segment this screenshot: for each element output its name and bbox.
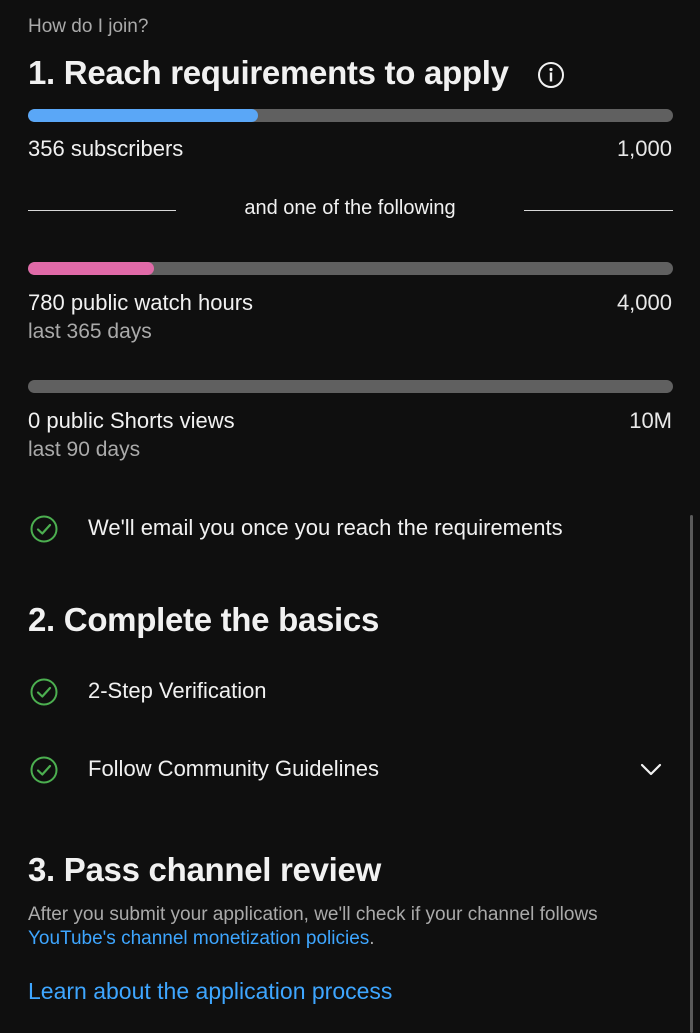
scrollbar[interactable] — [690, 515, 693, 1033]
community-guidelines-item[interactable]: Follow Community Guidelines — [88, 756, 379, 782]
watch-hours-period: last 365 days — [28, 320, 152, 343]
chevron-down-icon[interactable] — [638, 756, 664, 782]
email-note: We'll email you once you reach the requi… — [88, 515, 563, 540]
subscribers-target: 1,000 — [616, 136, 672, 161]
learn-application-process-link[interactable]: Learn about the application process — [28, 978, 392, 1005]
watch-hours-progress-track — [28, 262, 673, 275]
shorts-views-label: 0 public Shorts views — [28, 408, 235, 433]
shorts-views-progress-track — [28, 380, 673, 393]
channel-review-description: After you submit your application, we'll… — [28, 903, 648, 951]
section-2-title: 2. Complete the basics — [28, 601, 380, 638]
check-circle-icon — [30, 515, 58, 543]
description-text: After you submit your application, we'll… — [28, 904, 598, 925]
divider-line-right — [524, 210, 673, 211]
description-suffix: . — [369, 928, 375, 949]
shorts-views-period: last 90 days — [28, 438, 141, 461]
check-circle-icon — [30, 756, 58, 784]
watch-hours-progress-fill — [28, 262, 154, 275]
subscribers-progress-fill — [28, 109, 258, 122]
two-step-verification-item: 2-Step Verification — [88, 678, 267, 703]
shorts-views-target: 10M — [629, 408, 672, 433]
section-3-title: 3. Pass channel review — [28, 851, 381, 888]
watch-hours-target: 4,000 — [616, 290, 672, 315]
info-icon[interactable] — [536, 60, 566, 90]
subscribers-progress-track — [28, 109, 673, 122]
watch-hours-label: 780 public watch hours — [28, 290, 254, 315]
subscribers-label: 356 subscribers — [28, 136, 184, 161]
divider-text: and one of the following — [244, 197, 456, 219]
monetization-policies-link[interactable]: YouTube's channel monetization policies — [28, 928, 369, 949]
section-1-title: 1. Reach requirements to apply — [28, 54, 509, 91]
section-intro: How do I join? — [28, 16, 149, 37]
check-circle-icon — [30, 678, 58, 706]
